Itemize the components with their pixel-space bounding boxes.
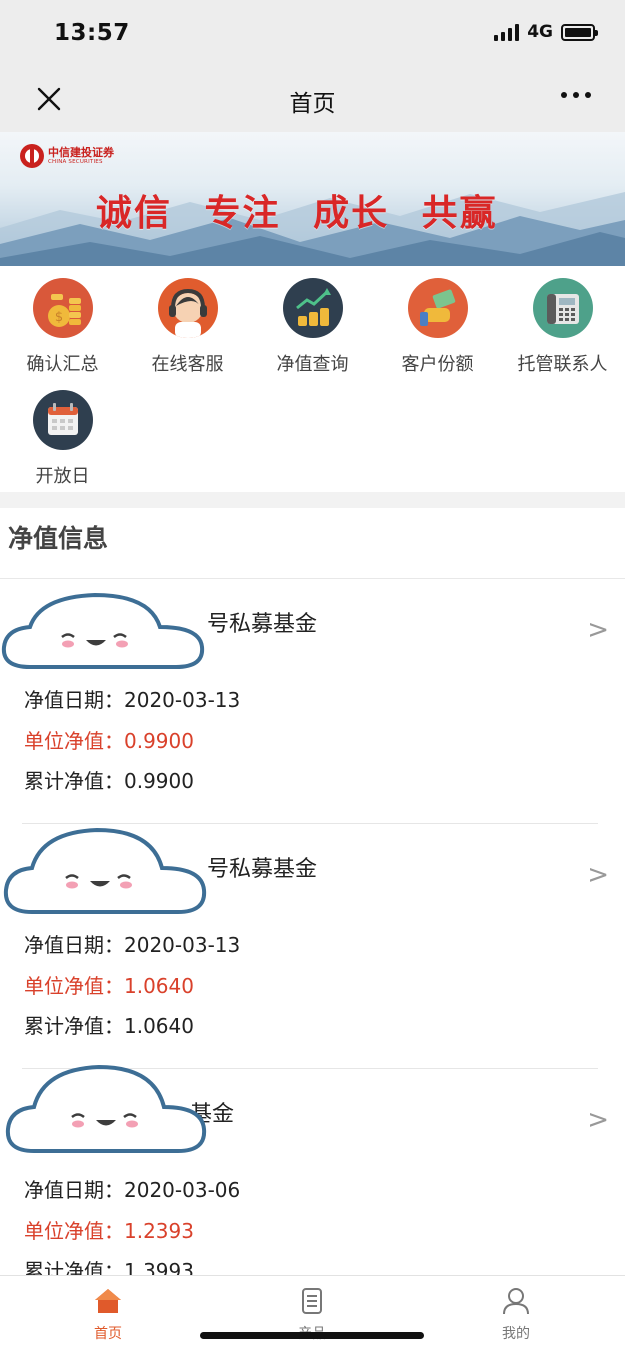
tab-label: 我的 [502, 1326, 530, 1342]
fund-card[interactable]: 号私募基金 > 净值日期：2020-03-13 单位净值：0.9900 累计净值… [0, 579, 625, 824]
cloud-sticker-icon [1, 592, 205, 669]
menu-item-confirm-summary[interactable]: $ 确认汇总 [0, 278, 125, 376]
menu-label: 开放日 [35, 466, 90, 487]
home-icon [95, 1289, 121, 1313]
cloud-sticker-icon [3, 827, 207, 914]
chevron-right-icon[interactable]: > [587, 860, 609, 890]
svg-text:$: $ [54, 310, 62, 325]
more-icon[interactable] [561, 92, 591, 98]
menu-label: 在线客服 [151, 354, 224, 375]
menu-label: 净值查询 [276, 354, 349, 375]
acc-nav-row: 累计净值：1.0640 [24, 1014, 194, 1038]
nav-bar: 首页 [0, 68, 625, 132]
menu-item-custody-contact[interactable]: 托管联系人 [500, 278, 625, 376]
status-time: 13:57 [54, 20, 130, 46]
brand-name-en: CHINA SECURITIES [48, 158, 103, 165]
banner[interactable]: 中信建投证券 CHINA SECURITIES 诚信 专注 成长 共赢 [0, 132, 625, 266]
acc-nav-row: 累计净值：0.9900 [24, 769, 194, 793]
signal-icon [494, 23, 520, 41]
unit-nav-row: 单位净值：1.2393 [24, 1219, 194, 1243]
brand-logo: 中信建投证券 CHINA SECURITIES [20, 144, 114, 168]
chevron-right-icon[interactable]: > [587, 1105, 609, 1135]
menu-item-open-day[interactable]: 开放日 [0, 390, 125, 488]
tab-bar: 首页 产品 我的 [0, 1275, 625, 1352]
unit-nav-row: 单位净值：0.9900 [24, 729, 194, 753]
chevron-right-icon[interactable]: > [587, 615, 609, 645]
fund-name: 号私募基金 [207, 857, 318, 882]
cloud-sticker-icon [5, 1064, 207, 1153]
brand-name-cn: 中信建投证券 [48, 145, 114, 159]
page-title: 首页 [289, 91, 336, 117]
banner-slogan: 诚信 专注 成长 共赢 [96, 192, 498, 234]
headset-agent-icon [157, 278, 218, 338]
user-icon [503, 1288, 529, 1315]
document-icon [302, 1288, 322, 1314]
tab-mine[interactable]: 我的 [476, 1286, 556, 1343]
section-title: 净值信息 [8, 524, 109, 553]
fund-card[interactable]: 基金 > 净值日期：2020-03-06 单位净值：1.2393 累计净值：1.… [0, 1064, 625, 1283]
brand-logo-icon [20, 144, 44, 168]
nav-date-row: 净值日期：2020-03-13 [24, 688, 241, 712]
menu-label: 客户份额 [401, 354, 474, 375]
menu-item-client-share[interactable]: 客户份额 [375, 278, 500, 376]
phone-icon [532, 278, 593, 338]
menu-item-online-service[interactable]: 在线客服 [125, 278, 250, 376]
coins-icon: $ [32, 278, 93, 338]
status-bar: 13:57 4G [0, 0, 625, 68]
tab-label: 首页 [94, 1326, 122, 1342]
calendar-icon [32, 390, 93, 450]
menu-label: 确认汇总 [26, 354, 99, 375]
status-indicators: 4G [494, 22, 598, 42]
battery-icon [561, 23, 598, 41]
section-gap [0, 492, 625, 508]
fund-card[interactable]: 号私募基金 > 净值日期：2020-03-13 单位净值：1.0640 累计净值… [0, 824, 625, 1069]
fund-name: 号私募基金 [207, 612, 318, 637]
network-type: 4G [527, 22, 553, 42]
menu-item-nav-query[interactable]: 净值查询 [250, 278, 375, 376]
nav-date-row: 净值日期：2020-03-06 [24, 1178, 241, 1202]
menu-label: 托管联系人 [517, 354, 608, 375]
quick-menu: $ 确认汇总 在线客服 净值查询 客户份额 托管联系人 开放日 [0, 266, 625, 492]
tab-home[interactable]: 首页 [68, 1286, 148, 1343]
growth-chart-icon [282, 278, 343, 338]
hand-money-icon [407, 278, 468, 338]
nav-date-row: 净值日期：2020-03-13 [24, 933, 241, 957]
home-indicator[interactable] [200, 1332, 424, 1339]
unit-nav-row: 单位净值：1.0640 [24, 974, 194, 998]
